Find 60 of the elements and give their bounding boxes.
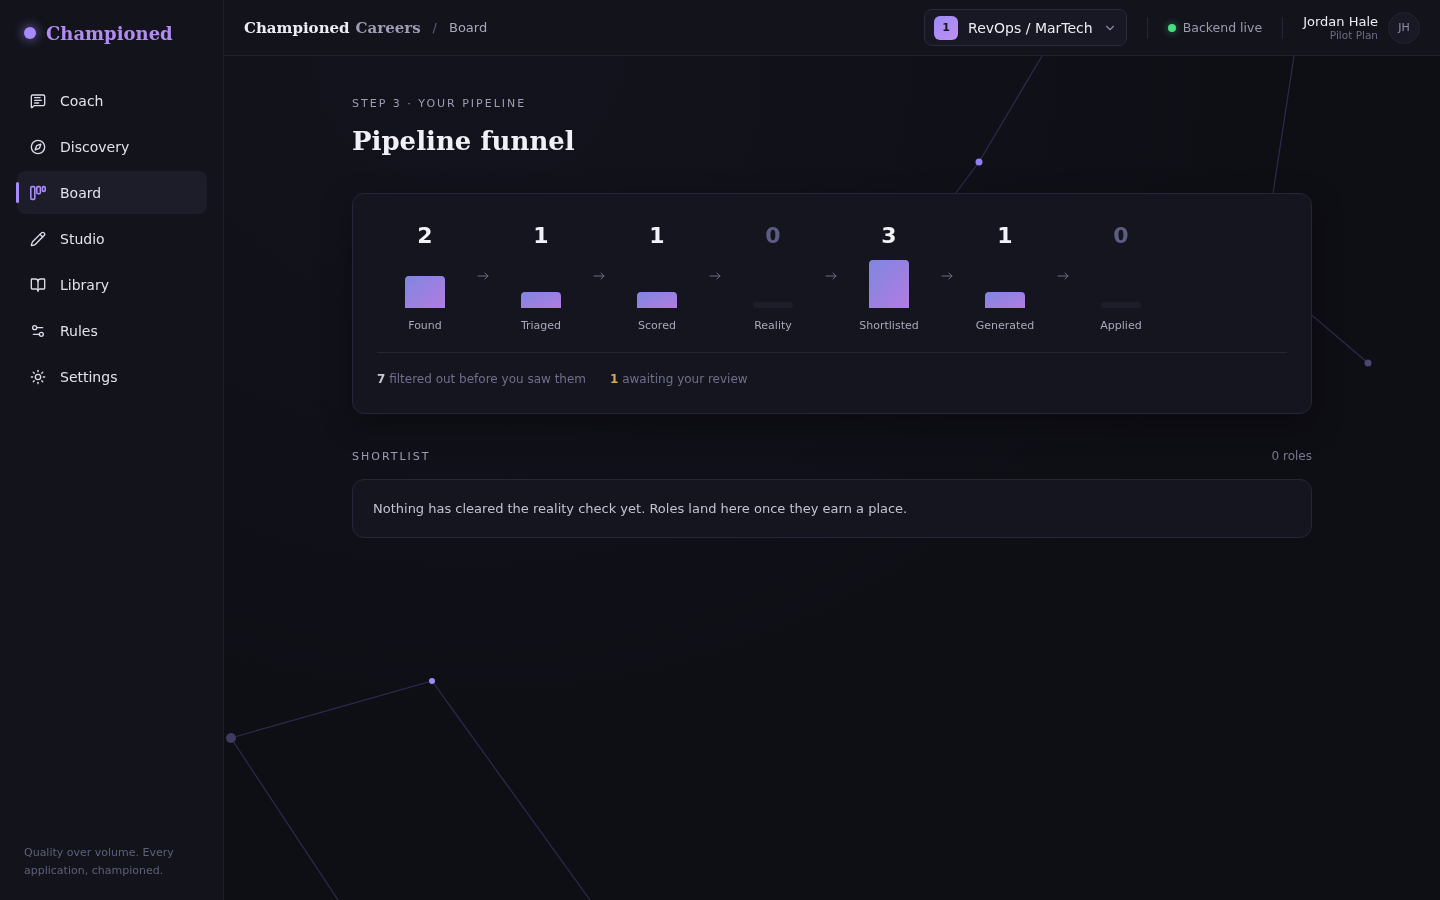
funnel-bar [521,292,561,308]
stage-count: 1 [533,223,549,248]
logo-text: Championed [46,22,173,44]
status-label: Backend live [1182,20,1263,35]
arrow-icon [1057,272,1069,280]
stage-label: Found [408,319,442,332]
page-title: Pipeline funnel [352,126,576,156]
nav-item[interactable]: Studio [17,217,207,260]
message-icon [30,92,46,109]
workspace-name: RevOps / MarTech [968,19,1093,36]
nav-item[interactable]: Library [17,263,207,306]
logo-dot-icon [24,27,36,39]
summary-note: 1 awaiting your review [610,372,748,386]
arrow-icon [825,272,837,280]
empty-state-message: Nothing has cleared the reality check yet. Roles land here once they earn a place. [352,479,1312,538]
app-title: Championed [244,18,350,37]
user-plan: Pilot Plan [1329,28,1378,42]
summary-note: 7 filtered out before you saw them [377,372,587,386]
stage-label: Triaged [520,319,562,332]
breadcrumb-separator: / [432,20,437,35]
step-label: STEP 3 · YOUR PIPELINE [352,97,528,110]
nav-item[interactable]: Rules [17,309,207,352]
role-count: 0 roles [1271,449,1312,463]
stage-count: 3 [881,223,897,248]
stage-label: Generated [975,319,1035,332]
arrow-icon [593,272,605,280]
pencil-icon [30,230,46,247]
book-icon [30,276,46,293]
nav-item[interactable]: Settings [17,355,207,398]
stage-count: 0 [765,223,781,248]
stage-label: Reality [754,319,792,332]
funnel-bar [637,292,677,308]
stage-count: 0 [1113,223,1129,248]
nav-item[interactable]: Coach [17,79,207,122]
sun-icon [30,368,46,385]
breadcrumb-current: Board [448,20,488,35]
stage-count: 1 [997,223,1013,248]
stage-label: Scored [638,319,676,332]
stage-label: Shortlisted [859,319,919,332]
tagline: Quality over volume. Every application, championed. [24,845,175,879]
stage-label: Applied [1100,319,1142,332]
section-heading: SHORTLIST [352,449,431,463]
arrow-icon [941,272,953,280]
compass-icon [30,138,46,155]
kanban-icon [30,184,46,201]
funnel-bar [985,292,1025,308]
nav-item[interactable]: Board [17,171,207,214]
arrow-icon [709,272,721,280]
user-name: Jordan Hale [1303,13,1378,29]
arrow-icon [477,272,489,280]
workspace-number: 1 [934,15,959,40]
funnel-bar [869,260,909,308]
app-subtitle: Careers [355,18,421,37]
sliders-icon [30,322,46,339]
nav-item[interactable]: Discovery [17,125,207,168]
stage-count: 1 [649,223,665,248]
stage-count: 2 [417,223,433,248]
user-avatar[interactable]: JH [1388,11,1420,44]
workspace-selector[interactable]: 1 RevOps / MarTech [924,9,1127,46]
funnel-bar [405,276,445,308]
